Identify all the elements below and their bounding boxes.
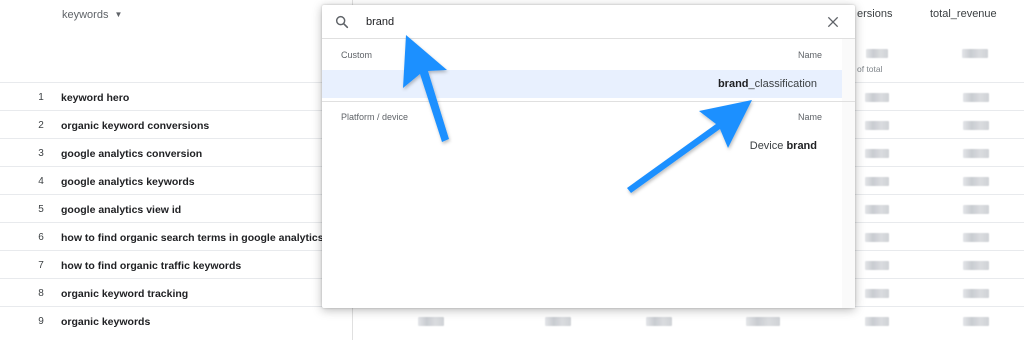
section-divider: [322, 101, 855, 102]
blurred-metric-value: [865, 289, 889, 298]
close-icon[interactable]: [825, 14, 841, 30]
blurred-metric-value: [963, 121, 989, 130]
blurred-metric-value: [963, 177, 989, 186]
of-total-label: of total: [857, 64, 883, 74]
row-number: 3: [38, 148, 44, 159]
result-prefix: Device: [749, 140, 787, 152]
row-number: 5: [38, 204, 44, 215]
blurred-metric-value: [963, 289, 989, 298]
dimension-search-dialog: Custom Name brand_classification Platfor…: [322, 5, 855, 308]
keyword-cell[interactable]: google analytics conversion: [61, 148, 202, 160]
keyword-cell[interactable]: google analytics keywords: [61, 176, 195, 188]
result-rest: _classification: [748, 78, 817, 90]
result-label: brand_classification: [718, 78, 817, 90]
keyword-cell[interactable]: google analytics view id: [61, 204, 181, 216]
keyword-cell[interactable]: how to find organic traffic keywords: [61, 260, 241, 272]
blurred-metric-value: [963, 205, 989, 214]
search-bar: [322, 5, 855, 39]
result-row-device-brand[interactable]: Device brand: [750, 140, 817, 152]
blurred-metric-value: [865, 261, 889, 270]
blurred-metric-value: [545, 317, 571, 326]
blurred-metric-value: [865, 317, 889, 326]
keyword-cell[interactable]: organic keywords: [61, 316, 150, 328]
keyword-cell[interactable]: organic keyword tracking: [61, 288, 188, 300]
search-input[interactable]: [366, 14, 666, 30]
blurred-total-value: [866, 49, 888, 58]
blurred-total-value: [962, 49, 988, 58]
result-match: brand: [786, 140, 817, 152]
blurred-metric-value: [646, 317, 672, 326]
result-row-brand-classification[interactable]: brand_classification: [322, 70, 842, 98]
blurred-metric-value: [963, 261, 989, 270]
section-label-platform-device: Platform / device: [341, 112, 409, 122]
section-label-custom: Custom: [341, 50, 373, 60]
name-column-label: Name: [797, 112, 822, 122]
keywords-header-label: keywords: [62, 9, 109, 21]
result-match: brand: [717, 78, 749, 90]
caret-down-icon[interactable]: ▼: [114, 10, 122, 19]
scrollbar[interactable]: [842, 39, 855, 308]
blurred-metric-value: [865, 177, 889, 186]
keyword-cell[interactable]: keyword hero: [61, 92, 129, 104]
blurred-metric-value: [418, 317, 444, 326]
row-number: 6: [38, 232, 44, 243]
row-number: 9: [38, 316, 44, 327]
blurred-metric-value: [865, 205, 889, 214]
total-revenue-column-header[interactable]: total_revenue: [930, 8, 997, 20]
blurred-metric-value: [865, 233, 889, 242]
blurred-metric-value: [865, 93, 889, 102]
row-number: 7: [38, 260, 44, 271]
keyword-cell[interactable]: organic keyword conversions: [61, 120, 209, 132]
row-number: 4: [38, 176, 44, 187]
row-number: 8: [38, 288, 44, 299]
blurred-metric-value: [963, 149, 989, 158]
blurred-metric-value: [963, 317, 989, 326]
search-icon: [335, 15, 349, 29]
blurred-metric-value: [865, 149, 889, 158]
blurred-metric-value: [865, 121, 889, 130]
keyword-cell[interactable]: how to find organic search terms in goog…: [61, 232, 324, 244]
name-column-label: Name: [797, 50, 822, 60]
keywords-column-header[interactable]: keywords ▼: [62, 9, 122, 21]
blurred-metric-value: [963, 233, 989, 242]
blurred-metric-value: [746, 317, 780, 326]
blurred-metric-value: [963, 93, 989, 102]
table-row[interactable]: 9 organic keywords: [0, 306, 1024, 334]
row-number: 1: [38, 92, 44, 103]
row-number: 2: [38, 120, 44, 131]
conversions-column-header[interactable]: ersions: [857, 8, 892, 20]
